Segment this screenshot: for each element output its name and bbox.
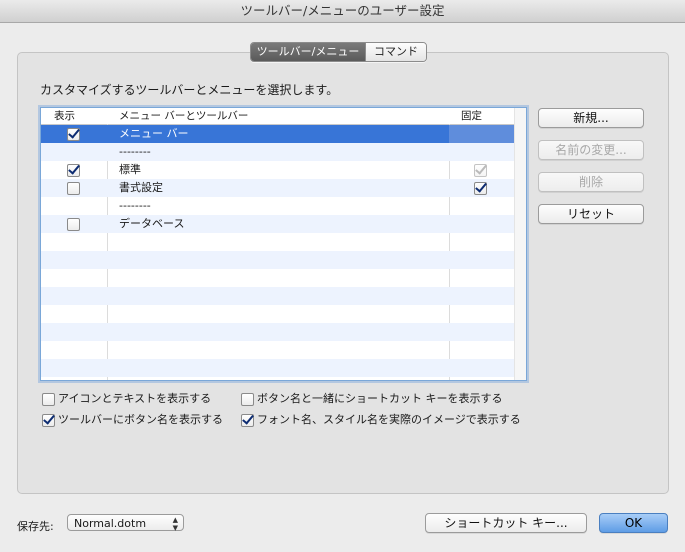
table-row[interactable]: データベース [41, 215, 514, 233]
checkbox[interactable] [42, 393, 55, 406]
row-name: メニュー バー [119, 127, 189, 140]
fixed-checkbox[interactable] [474, 164, 487, 177]
fixed-cell [449, 215, 514, 233]
checkbox[interactable] [241, 414, 254, 427]
table-row[interactable]: -------- [41, 143, 514, 161]
column-header-fixed[interactable]: 固定 [461, 108, 482, 124]
fixed-cell [449, 287, 514, 305]
new-button[interactable]: 新規... [538, 108, 644, 128]
table-row[interactable] [41, 305, 514, 323]
toolbar-table: 表示 メニュー バーとツールバー 固定 メニュー バー -------- 標準書式設… [40, 107, 527, 381]
table-row[interactable] [41, 269, 514, 287]
fixed-cell [449, 125, 514, 143]
save-location-label: 保存先: [17, 520, 54, 533]
option-label: アイコンとテキストを表示する [58, 392, 212, 405]
save-location-select[interactable]: Normal.dotm ▲ ▼ [67, 514, 184, 532]
table-scrollbar[interactable] [514, 108, 526, 380]
tab-commands[interactable]: コマンド [365, 43, 426, 61]
fixed-cell [449, 197, 514, 215]
fixed-cell [449, 359, 514, 377]
fixed-cell [449, 341, 514, 359]
table-row[interactable]: -------- [41, 197, 514, 215]
tab-toolbars-menus[interactable]: ツールバー/メニュー [251, 43, 365, 61]
shortcut-keys-button[interactable]: ショートカット キー... [425, 513, 587, 533]
table-row[interactable] [41, 287, 514, 305]
column-header-name[interactable]: メニュー バーとツールバー [119, 108, 248, 124]
reset-button[interactable]: リセット [538, 204, 644, 224]
fixed-cell [449, 269, 514, 287]
fixed-cell [449, 143, 514, 161]
up-down-arrows-icon: ▲ ▼ [172, 516, 178, 532]
column-header-show[interactable]: 表示 [54, 108, 75, 124]
table-row[interactable] [41, 341, 514, 359]
table-header: 表示 メニュー バーとツールバー 固定 [41, 108, 514, 125]
ok-button[interactable]: OK [599, 513, 668, 533]
show-checkbox[interactable] [67, 218, 80, 231]
show-checkbox[interactable] [67, 182, 80, 195]
rename-button[interactable]: 名前の変更... [538, 140, 644, 160]
tab-bar: ツールバー/メニュー コマンド [250, 42, 427, 62]
save-location-value: Normal.dotm [74, 517, 147, 530]
fixed-cell [449, 233, 514, 251]
row-name: 標準 [119, 163, 141, 176]
show-checkbox[interactable] [67, 164, 80, 177]
fixed-cell [449, 323, 514, 341]
table-row[interactable]: メニュー バー [41, 125, 514, 143]
table-row[interactable] [41, 359, 514, 377]
option-label: フォント名、スタイル名を実際のイメージで表示する [257, 413, 521, 426]
table-rows: メニュー バー -------- 標準書式設定 -------- データベース [41, 125, 514, 377]
fixed-cell [449, 305, 514, 323]
row-name: データベース [119, 217, 185, 230]
checkbox[interactable] [241, 393, 254, 406]
table-row[interactable] [41, 251, 514, 269]
row-name: -------- [119, 199, 151, 212]
instruction-text: カスタマイズするツールバーとメニューを選択します。 [40, 83, 339, 97]
fixed-cell [449, 251, 514, 269]
option-label: ボタン名と一緒にショートカット キーを表示する [257, 392, 503, 405]
row-name: 書式設定 [119, 181, 163, 194]
table-row[interactable] [41, 323, 514, 341]
option-label: ツールバーにボタン名を表示する [58, 413, 223, 426]
table-row[interactable]: 標準 [41, 161, 514, 179]
delete-button[interactable]: 削除 [538, 172, 644, 192]
table-row[interactable] [41, 233, 514, 251]
checkbox[interactable] [42, 414, 55, 427]
row-name: -------- [119, 145, 151, 158]
fixed-checkbox[interactable] [474, 182, 487, 195]
table-row[interactable]: 書式設定 [41, 179, 514, 197]
window-title: ツールバー/メニューのユーザー設定 [0, 0, 685, 23]
show-checkbox[interactable] [67, 128, 80, 141]
